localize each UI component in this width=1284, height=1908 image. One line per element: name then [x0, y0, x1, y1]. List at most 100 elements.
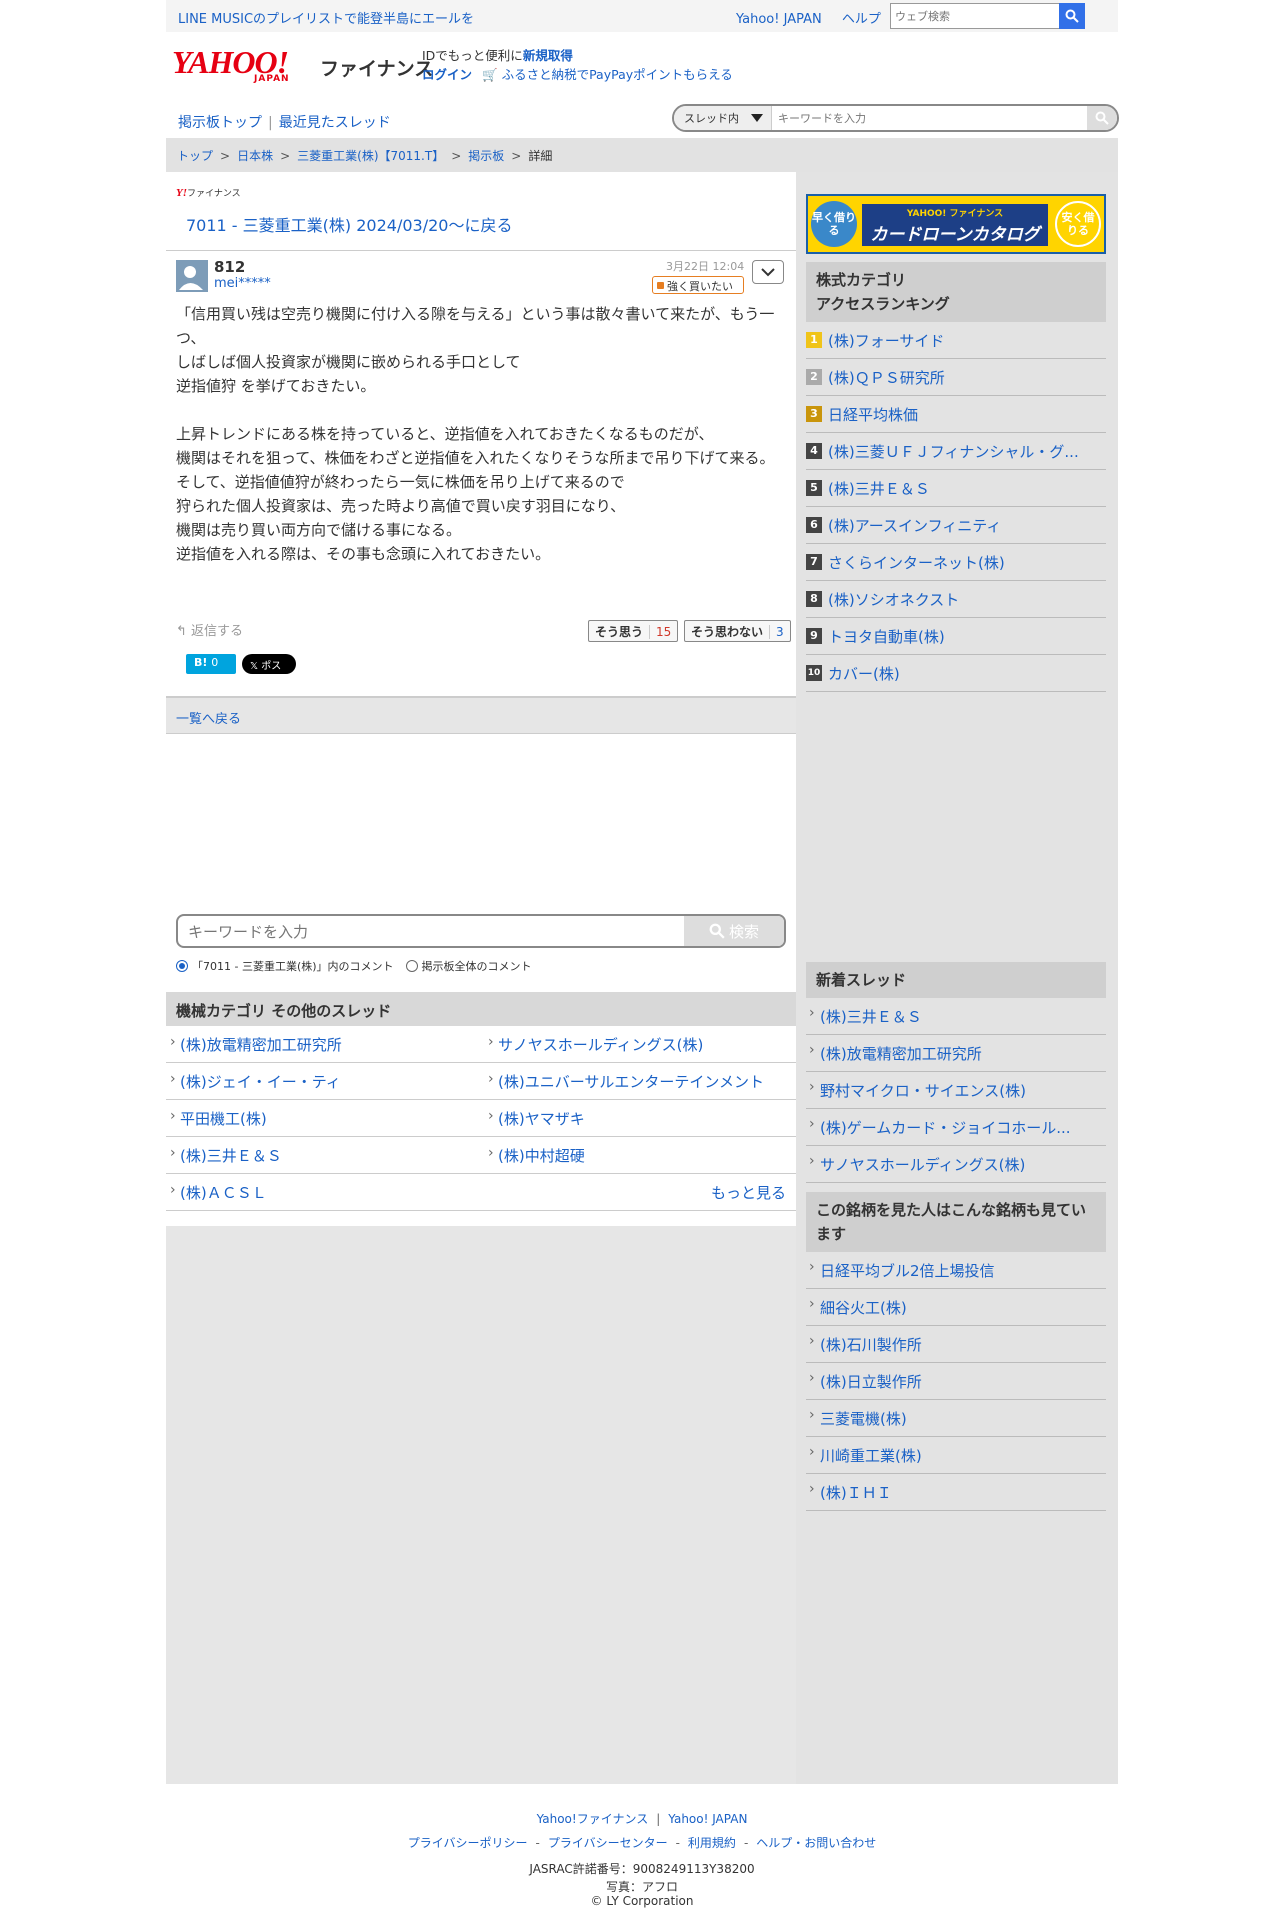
also-viewed-link[interactable]: 川崎重工業(株) [806, 1437, 1106, 1474]
ranking-list: 1 (株)フォーサイド 2 (株)ＱＰＳ研究所 3 日経平均株価 4 (株)三菱ＵＦＪフィナン… [806, 322, 1106, 692]
breadcrumb-japan-stocks[interactable]: 日本株 [237, 149, 273, 163]
cart-icon: 🛒 [482, 67, 498, 82]
jasrac-text: JASRAC許諾番号：9008249113Y38200 [529, 1862, 755, 1876]
logo-japan: JAPAN [254, 74, 290, 84]
rank-number: 7 [806, 554, 822, 570]
hatena-bookmark-button[interactable]: B! 0 [186, 654, 236, 674]
left-column: Y!ファイナンス 7011 - 三菱重工業(株) 2024/03/20〜に戻る … [166, 172, 796, 1784]
thread-search-button[interactable] [1087, 106, 1117, 130]
also-viewed-link[interactable]: 三菱電機(株) [806, 1400, 1106, 1437]
other-thread-link[interactable]: (株)放電精密加工研究所 [166, 1034, 342, 1055]
more-link[interactable]: もっと見る [711, 1182, 786, 1203]
nav-divider: | [268, 115, 273, 131]
card-loan-banner[interactable]: 早く借りる YAHOO! ファイナンス カードローンカタログ 安く借りる [806, 194, 1106, 254]
search-icon [709, 923, 725, 939]
user-icon [176, 260, 208, 292]
triangle-down-icon [751, 114, 763, 122]
privacy-center-link[interactable]: プライバシーセンター [548, 1836, 668, 1850]
web-search-box [890, 3, 1085, 29]
top-bar: LINE MUSICのプレイリストで能登半島にエールを Yahoo! JAPAN… [166, 0, 1118, 32]
chevron-down-icon [761, 267, 775, 276]
ranking-item[interactable]: 6 (株)アースインフィニティ [806, 507, 1106, 544]
also-viewed-link[interactable]: (株)ＩＨＩ [806, 1474, 1106, 1511]
radio-checked[interactable] [176, 960, 188, 972]
yahoo-finance-logo[interactable]: YAHOO! JAPAN ファイナンス [172, 46, 433, 84]
back-to-list-link[interactable]: 一覧へ戻る [176, 712, 241, 727]
privacy-policy-link[interactable]: プライバシーポリシー [408, 1836, 528, 1850]
new-thread-link[interactable]: サノヤスホールディングス(株) [806, 1146, 1106, 1183]
also-viewed-link[interactable]: (株)石川製作所 [806, 1326, 1106, 1363]
other-thread-link[interactable]: (株)ユニバーサルエンターテインメント [484, 1071, 764, 1092]
other-thread-link[interactable]: (株)ＡＣＳＬ [166, 1182, 267, 1203]
message-number: 812 [214, 258, 246, 276]
terms-link[interactable]: 利用規約 [688, 1836, 736, 1850]
other-thread-link[interactable]: サノヤスホールディングス(株) [484, 1034, 703, 1055]
footer-finance-link[interactable]: Yahoo!ファイナンス [537, 1812, 649, 1826]
promo-link[interactable]: LINE MUSICのプレイリストで能登半島にエールを [178, 8, 474, 27]
also-viewed-link[interactable]: 日経平均ブル2倍上場投信 [806, 1252, 1106, 1289]
also-viewed-link[interactable]: (株)日立製作所 [806, 1363, 1106, 1400]
keyword-search-input[interactable] [188, 922, 668, 942]
new-thread-link[interactable]: (株)放電精密加工研究所 [806, 1035, 1106, 1072]
rank-number: 6 [806, 517, 822, 533]
post-menu-button[interactable] [752, 260, 784, 284]
ranking-item-label: カバー(株) [828, 665, 900, 683]
search-icon [1065, 9, 1079, 23]
web-search-input[interactable] [891, 4, 1061, 28]
breadcrumb-top[interactable]: トップ [177, 149, 213, 163]
search-icon [1095, 111, 1109, 125]
furusato-link[interactable]: ふるさと納税でPayPayポイントもらえる [502, 67, 733, 82]
user-name[interactable]: mei***** [214, 276, 271, 291]
ranking-item[interactable]: 4 (株)三菱ＵＦＪフィナンシャル・グ... [806, 433, 1106, 470]
post-line: 狩られた個人投資家は、売った時より高値で買い戻す羽目になり、 [176, 497, 626, 515]
ranking-item[interactable]: 5 (株)三井Ｅ＆Ｓ [806, 470, 1106, 507]
footer-yahoo-link[interactable]: Yahoo! JAPAN [668, 1812, 747, 1826]
keyword-search: 検索 「7011 - 三菱重工業(株)」内のコメント 掲示板全体のコメント [166, 910, 796, 996]
radio-thread[interactable]: 「7011 - 三菱重工業(株)」内のコメント [176, 958, 394, 974]
help-link[interactable]: ヘルプ [842, 12, 881, 27]
other-thread-link[interactable]: 平田機工(株) [166, 1108, 267, 1129]
also-viewed-heading: この銘柄を見た人はこんな銘柄も見ています [806, 1192, 1106, 1252]
post-date: 3月22日 12:04 [666, 260, 745, 273]
new-thread-link[interactable]: (株)ゲームカード・ジョイコホール... [806, 1109, 1106, 1146]
other-thread-link[interactable]: (株)ジェイ・イー・ティ [166, 1071, 341, 1092]
ranking-item-label: さくらインターネット(株) [828, 554, 1005, 572]
rank-number: 1 [806, 332, 822, 348]
web-search-button[interactable] [1059, 3, 1085, 29]
board-top-link[interactable]: 掲示板トップ [178, 115, 262, 131]
breadcrumb-board[interactable]: 掲示板 [468, 149, 504, 163]
new-threads-heading: 新着スレッド [806, 962, 1106, 998]
ranking-item[interactable]: 9 トヨタ自動車(株) [806, 618, 1106, 655]
recent-threads-link[interactable]: 最近見たスレッド [279, 115, 391, 131]
ranking-item[interactable]: 8 (株)ソシオネクスト [806, 581, 1106, 618]
keyword-search-button[interactable]: 検索 [684, 916, 784, 946]
back-to-thread-link[interactable]: 7011 - 三菱重工業(株) 2024/03/20〜に戻る [186, 212, 512, 236]
ranking-item[interactable]: 7 さくらインターネット(株) [806, 544, 1106, 581]
also-viewed-link[interactable]: 細谷火工(株) [806, 1289, 1106, 1326]
ranking-item[interactable]: 2 (株)ＱＰＳ研究所 [806, 359, 1106, 396]
help-contact-link[interactable]: ヘルプ・お問い合わせ [756, 1836, 876, 1850]
radio-all[interactable]: 掲示板全体のコメント [405, 958, 532, 974]
other-thread-link[interactable]: (株)三井Ｅ＆Ｓ [166, 1145, 282, 1166]
other-thread-link[interactable]: (株)ヤマザキ [484, 1108, 585, 1129]
new-thread-link[interactable]: (株)三井Ｅ＆Ｓ [806, 998, 1106, 1035]
reply-button[interactable]: ↰ 返信する [176, 620, 243, 639]
radio-unchecked[interactable] [405, 960, 418, 972]
login-info: IDでもっと便利に新規取得 ログイン 🛒 ふるさと納税でPayPayポイントもら… [422, 46, 733, 84]
yahoo-japan-link[interactable]: Yahoo! JAPAN [736, 12, 822, 27]
agree-button[interactable]: そう思う 15 [588, 620, 679, 642]
list-row: (株)ジェイ・イー・ティ (株)ユニバーサルエンターテインメント [166, 1063, 796, 1100]
thread-search-input[interactable] [778, 108, 1078, 128]
ranking-item[interactable]: 10 カバー(株) [806, 655, 1106, 692]
ranking-item[interactable]: 1 (株)フォーサイド [806, 322, 1106, 359]
breadcrumb-stock[interactable]: 三菱重工業(株)【7011.T】 [297, 149, 444, 163]
login-link[interactable]: ログイン [422, 67, 472, 82]
ranking-item[interactable]: 3 日経平均株価 [806, 396, 1106, 433]
search-scope-select[interactable]: スレッド内 [674, 106, 772, 130]
x-post-button[interactable]: 𝕏 ポスト [242, 654, 296, 687]
new-thread-link[interactable]: 野村マイクロ・サイエンス(株) [806, 1072, 1106, 1109]
other-thread-link[interactable]: (株)中村超硬 [484, 1145, 585, 1166]
rank-number: 5 [806, 480, 822, 496]
disagree-button[interactable]: そう思わない 3 [684, 620, 791, 642]
signup-link[interactable]: 新規取得 [523, 48, 573, 63]
